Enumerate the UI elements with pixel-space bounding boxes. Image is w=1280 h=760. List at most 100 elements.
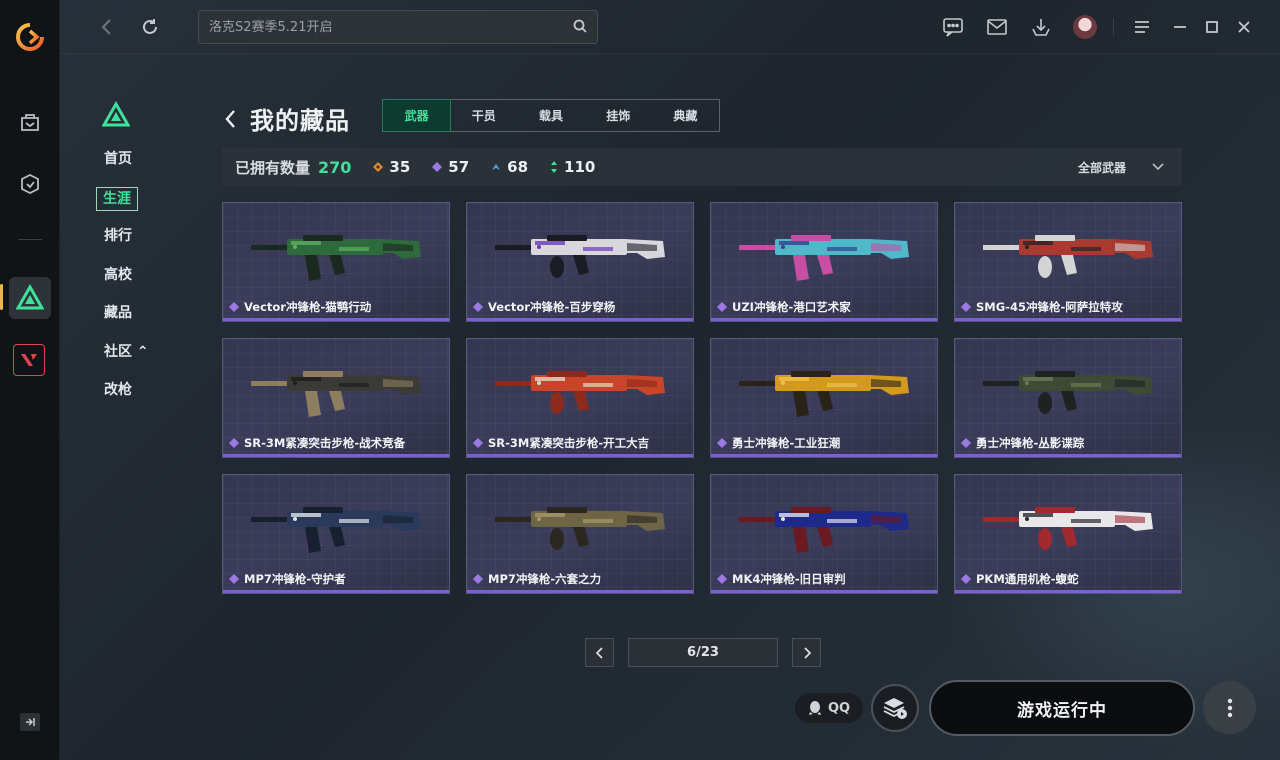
chat-icon[interactable] [931,14,975,40]
weapon-caption: MK4冲锋枪-旧日审判 [717,571,846,587]
user-avatar[interactable] [1063,14,1107,40]
nav-community[interactable]: 社区 ⌃ [96,341,156,380]
weapon-image [251,507,421,553]
weapon-card[interactable]: SR-3M紧凑突击步枪-战术竞备 [222,338,450,458]
epic-diamond-icon [717,574,727,584]
avatar[interactable] [1073,15,1097,39]
store-icon[interactable] [14,106,46,138]
owned-count: 270 [318,157,352,177]
prev-page-button[interactable] [585,638,614,667]
qq-button[interactable]: QQ [795,693,863,723]
page-indicator: 6/23 [628,638,778,667]
tab-charms[interactable]: 挂饰 [585,100,652,131]
collapse-sidebar-icon[interactable] [20,713,40,731]
weapon-name: UZI冲锋枪-港口艺术家 [732,300,851,314]
weapon-caption: UZI冲锋枪-港口艺术家 [717,299,851,315]
more-options-button[interactable] [1203,681,1256,734]
penguin-icon [808,701,821,715]
weapon-card[interactable]: SMG-45冲锋枪-阿萨拉特攻 [954,202,1182,322]
epic-diamond-icon [473,574,483,584]
weapon-card[interactable]: MP7冲锋枪-六套之力 [466,474,694,594]
weapon-name: MP7冲锋枪-六套之力 [488,572,602,586]
search-bar[interactable] [198,10,598,44]
rarity-epic: 57 [432,158,469,176]
rarity-legendary: 35 [373,158,410,176]
nav-gunsmith[interactable]: 改枪 [96,379,156,418]
collection-stats: 已拥有数量 270 35 57 68 110 全部武器 [222,148,1182,186]
search-icon[interactable] [573,18,587,37]
weapon-image [251,235,421,281]
chevron-down-icon [1152,163,1164,171]
menu-icon[interactable] [1120,14,1164,40]
weapon-filter-dropdown[interactable]: 全部武器 [1078,148,1164,186]
qq-label: QQ [827,700,851,716]
game-running-button[interactable]: 游戏运行中 [929,680,1195,736]
weapon-card[interactable]: Vector冲锋枪-百步穿杨 [466,202,694,322]
games-icon[interactable] [14,168,46,200]
epic-diamond-icon [473,302,483,312]
tab-vehicles[interactable]: 载具 [517,100,584,131]
download-icon[interactable] [1019,14,1063,40]
refresh-icon[interactable] [138,15,162,39]
maximize-icon[interactable] [1196,14,1228,40]
rarity-common: 110 [550,158,595,176]
weapon-card[interactable]: Vector冲锋枪-猫鹗行动 [222,202,450,322]
weapon-card[interactable]: MP7冲锋枪-守护者 [222,474,450,594]
overlay-layers-button[interactable] [871,684,919,732]
weapon-image [251,371,421,417]
weapon-image [739,371,909,417]
weapon-name: 勇士冲锋枪-丛影谍踪 [976,436,1085,450]
search-input[interactable] [209,19,573,35]
active-game-marker [0,284,3,310]
weapon-name: 勇士冲锋枪-工业狂潮 [732,436,841,450]
weapon-image [983,371,1153,414]
valorant-game-icon[interactable] [13,344,45,376]
minimize-icon[interactable] [1164,14,1196,40]
weapon-card[interactable]: SR-3M紧凑突击步枪-开工大吉 [466,338,694,458]
epic-diamond-icon [717,438,727,448]
weapon-caption: MP7冲锋枪-守护者 [229,571,346,587]
top-bar [60,0,1280,54]
epic-diamond-icon [961,302,971,312]
nav-collection[interactable]: 藏品 [96,302,156,341]
tab-weapons[interactable]: 武器 [382,99,452,132]
category-tabs: 武器 干员 载具 挂饰 典藏 [382,99,720,132]
delta-force-game-icon[interactable] [9,277,51,319]
nav-career[interactable]: 生涯 [96,186,156,226]
weapon-name: MP7冲锋枪-守护者 [244,572,346,586]
common-arrows-icon [551,161,558,173]
legendary-diamond-icon [373,162,384,172]
epic-diamond-icon [473,438,483,448]
weapon-name: SMG-45冲锋枪-阿萨拉特攻 [976,300,1123,314]
weapon-name: Vector冲锋枪-百步穿杨 [488,300,616,314]
next-page-button[interactable] [792,638,821,667]
weapon-image [983,235,1153,278]
tab-operators[interactable]: 干员 [450,100,517,131]
app-logo-icon[interactable] [15,22,45,52]
close-icon[interactable] [1228,14,1260,40]
epic-diamond-icon [229,574,239,584]
epic-diamond-icon [961,574,971,584]
weapon-card[interactable]: 勇士冲锋枪-丛影谍踪 [954,338,1182,458]
back-arrow-icon[interactable] [94,15,118,39]
mail-icon[interactable] [975,14,1019,40]
rail-divider [18,239,42,240]
nav-home[interactable]: 首页 [96,148,156,187]
weapon-card[interactable]: PKM通用机枪-蝮蛇 [954,474,1182,594]
weapon-image [495,507,665,550]
more-vertical-icon [1227,698,1232,717]
rarity-rare: 68 [491,158,528,176]
nav-ranking[interactable]: 排行 [96,225,156,264]
weapon-caption: 勇士冲锋枪-丛影谍踪 [961,435,1084,451]
weapon-name: SR-3M紧凑突击步枪-战术竞备 [244,436,406,450]
page-header: 我的藏品 [224,101,350,136]
weapon-card[interactable]: UZI冲锋枪-港口艺术家 [710,202,938,322]
weapon-caption: Vector冲锋枪-猫鹗行动 [229,299,371,315]
weapon-card[interactable]: 勇士冲锋枪-工业狂潮 [710,338,938,458]
section-nav: 首页 生涯 排行 高校 藏品 社区 ⌃ 改枪 [96,148,156,418]
weapon-caption: SMG-45冲锋枪-阿萨拉特攻 [961,299,1123,315]
page-back-icon[interactable] [224,107,240,131]
weapon-card[interactable]: MK4冲锋枪-旧日审判 [710,474,938,594]
tab-collectibles[interactable]: 典藏 [652,100,719,131]
nav-school[interactable]: 高校 [96,264,156,303]
